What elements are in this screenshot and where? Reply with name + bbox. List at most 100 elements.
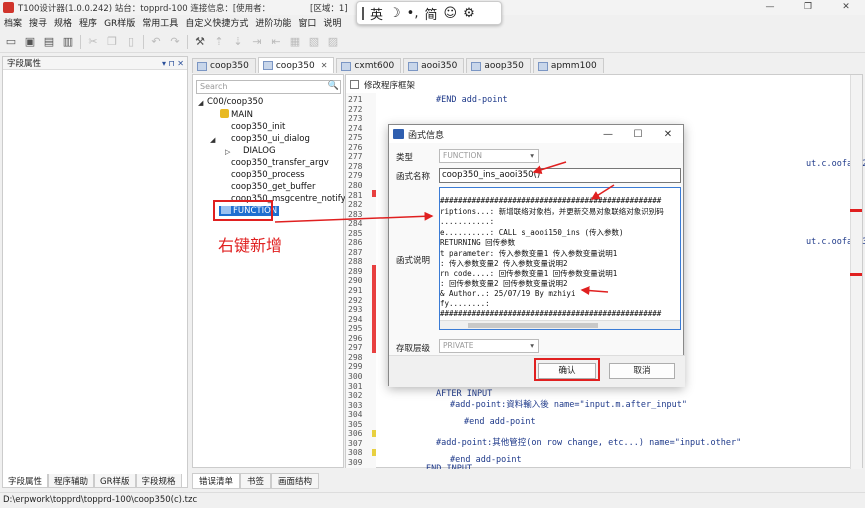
moon-icon[interactable]: ☽ [389,6,401,21]
move-down-icon[interactable]: ⇣ [231,35,245,48]
save-icon[interactable]: ▣ [23,35,37,48]
main-icon [220,109,229,118]
tab-aooi350[interactable]: aooi350 [403,58,465,73]
ime-lang-toggle[interactable]: 英 [370,4,383,23]
code-line[interactable]: #END add-point [436,95,508,105]
uncomment-icon[interactable]: ▧ [307,35,321,48]
tree-node-dialog[interactable]: DIALOG [243,146,276,156]
line-number: 298 [348,352,363,362]
dialog-minimize-button[interactable]: — [593,129,623,140]
menu-help[interactable]: 说明 [323,16,341,29]
tree-node-ui-dialog[interactable]: coop350_ui_dialog [231,134,310,144]
tab-field-properties[interactable]: 字段属性 [2,474,49,488]
line-number: 281 [348,190,363,200]
tab-cxmt600[interactable]: cxmt600 [336,58,402,73]
close-button[interactable]: ✕ [827,0,865,15]
main-toolbar: ▭ ▣ ▤ ▥ ✂ ❐ ▯ ↶ ↷ ⚒ ⇡ ⇣ ⇥ ⇤ ▦ ▧ ▨ [0,31,865,53]
save-all-icon[interactable]: ▥ [61,35,75,48]
line-number: 306 [348,429,363,439]
tab-coop350-a[interactable]: coop350 [192,58,256,73]
tree-node-process[interactable]: coop350_process [231,170,305,180]
undo-icon[interactable]: ↶ [149,35,163,48]
punct-icon[interactable]: •, [407,6,419,21]
tree-node-root[interactable]: C00/coop350 [207,97,263,107]
tab-field-spec[interactable]: 字段规格 [135,474,182,488]
window-title: T100设计器(1.0.0.242) 站台：topprd-100 连接信息：[使… [18,3,271,14]
editor-vertical-scrollbar[interactable] [850,75,862,469]
line-number: 301 [348,381,363,391]
menu-advanced[interactable]: 进阶功能 [255,16,291,29]
search-input[interactable]: Search [196,80,341,94]
tab-screen-structure[interactable]: 画面结构 [271,473,320,489]
dialog-maximize-button[interactable]: ☐ [623,129,653,140]
code-line[interactable]: #end add-point [464,417,536,427]
access-level-select[interactable]: PRIVATE ▾ [439,339,539,353]
cut-icon[interactable]: ✂ [86,35,100,48]
left-panel-tabs: 字段属性 程序辅助 GR样版 字段规格 [2,474,182,488]
line-number: 277 [348,152,363,162]
line-number: 274 [348,123,363,133]
outdent-icon[interactable]: ⇤ [269,35,283,48]
menu-gr-template[interactable]: GR样版 [104,16,135,29]
menu-search[interactable]: 搜寻 [29,16,47,29]
search-icon[interactable]: 🔍 [328,81,339,91]
scrollbar-thumb[interactable] [468,323,598,328]
close-icon[interactable]: ✕ [321,61,328,70]
format-icon[interactable]: ▨ [326,35,340,48]
tab-bookmarks[interactable]: 书签 [240,473,272,489]
move-up-icon[interactable]: ⇡ [212,35,226,48]
tab-aoop350[interactable]: aoop350 [466,58,531,73]
panel-pin-icon[interactable]: ▾ ⊓ ✕ [162,59,187,68]
tab-error-list[interactable]: 错误清单 [192,473,241,489]
menu-window[interactable]: 窗口 [298,16,316,29]
minimize-button[interactable]: — [751,0,789,15]
highlight-box-ok [534,358,600,381]
editor-tabs: coop350 coop350 ✕ cxmt600 aooi350 aoop350… [192,57,864,73]
error-marker[interactable] [850,209,862,212]
modify-framework-checkbox[interactable] [350,80,359,89]
expand-icon[interactable]: ◢ [210,136,215,144]
menu-custom-shortcuts[interactable]: 自定义快捷方式 [185,16,248,29]
change-marker [372,449,376,456]
tab-gr-template[interactable]: GR样版 [94,474,136,488]
dialog-close-button[interactable]: ✕ [653,129,683,140]
open-folder-icon[interactable]: ▭ [4,35,18,48]
gear-icon[interactable]: ⚙ [463,6,475,21]
menu-file[interactable]: 档案 [4,16,22,29]
function-name-input[interactable]: coop350_ins_aooi350() [439,168,681,183]
code-line[interactable]: #add-point:其他管控(on row change, etc...) n… [436,436,741,448]
type-select[interactable]: FUNCTION ▾ [439,149,539,163]
error-marker[interactable] [850,273,862,276]
tree-node-get-buffer[interactable]: coop350_get_buffer [231,182,316,192]
paste-icon[interactable]: ▯ [124,35,138,48]
copy-icon[interactable]: ❐ [105,35,119,48]
menu-spec[interactable]: 规格 [54,16,72,29]
desc-line: t parameter: 传入参数变量1 传入参数变量说明1 [440,248,618,258]
tab-program-assist[interactable]: 程序辅助 [48,474,95,488]
collapse-icon[interactable]: ▷ [225,148,230,156]
maximize-button[interactable]: ❐ [789,0,827,15]
line-number: 280 [348,180,363,190]
code-line[interactable]: #add-point:資料輸入後 name="input.m.after_inp… [450,398,687,410]
tree-node-init[interactable]: coop350_init [231,122,285,132]
tab-apmm100[interactable]: apmm100 [532,58,604,73]
expand-icon[interactable]: ◢ [198,99,203,107]
tab-coop350-b[interactable]: coop350 ✕ [257,57,335,73]
line-number: 285 [348,228,363,238]
hammer-icon[interactable]: ⚒ [193,35,207,48]
redo-icon[interactable]: ↷ [168,35,182,48]
function-desc-textarea[interactable]: ########################################… [439,187,681,330]
cancel-button[interactable]: 取消 [609,363,675,379]
save-as-icon[interactable]: ▤ [42,35,56,48]
indent-icon[interactable]: ⇥ [250,35,264,48]
menu-common-tools[interactable]: 常用工具 [142,16,178,29]
desc-horizontal-scrollbar[interactable] [440,320,680,329]
menu-program[interactable]: 程序 [79,16,97,29]
ime-grip[interactable] [362,6,364,20]
tree-node-transfer-argv[interactable]: coop350_transfer_argv [231,158,329,168]
comment-icon[interactable]: ▦ [288,35,302,48]
tree-node-main[interactable]: MAIN [220,109,253,120]
emoji-icon[interactable]: ☺ [444,6,458,21]
code-line[interactable]: END INPUT [426,464,472,469]
ime-charset-toggle[interactable]: 简 [424,4,437,23]
